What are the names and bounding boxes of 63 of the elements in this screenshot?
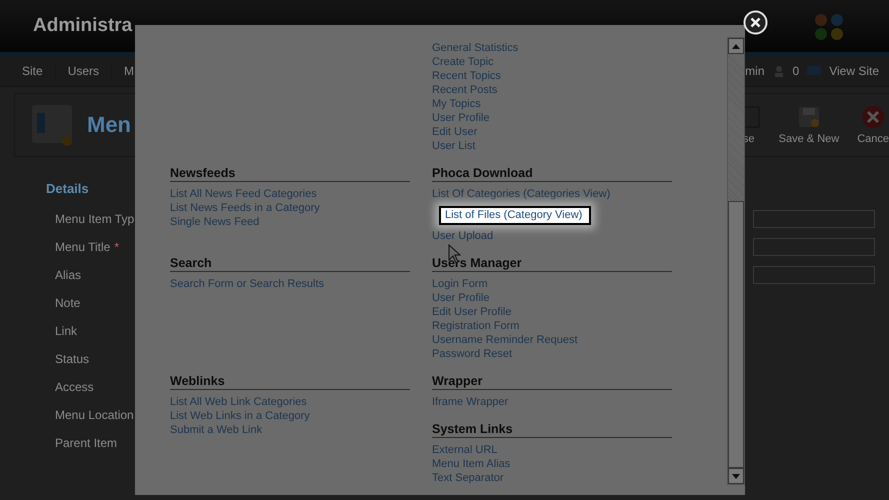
menu-type-link[interactable]: Iframe Wrapper — [432, 395, 672, 409]
section-heading: Phoca Download — [432, 166, 672, 182]
menu-type-link[interactable]: Menu Item Alias — [432, 457, 672, 471]
menu-type-link[interactable]: List Of Categories (Categories View) — [432, 187, 672, 201]
input-field[interactable] — [753, 238, 875, 256]
user-count: 0 — [792, 64, 800, 78]
toolbar-button[interactable]: Save & New — [778, 105, 840, 145]
field-label: Menu Title * — [55, 240, 120, 254]
menu-type-link[interactable]: Submit a Web Link — [170, 423, 410, 437]
field-label: Note — [55, 296, 80, 310]
menu-type-link[interactable]: List News Feeds in a Category — [170, 201, 410, 215]
menu-type-link[interactable]: Create Topic — [432, 55, 672, 69]
menu-type-link[interactable]: My Topics — [432, 97, 672, 111]
menu-type-link[interactable]: User List — [432, 139, 672, 153]
field-label: Menu Item Typ — [55, 212, 134, 226]
scroll-up-icon[interactable] — [732, 44, 740, 48]
scrollbar[interactable] — [727, 37, 745, 485]
fieldset-legend: Details — [46, 181, 89, 196]
view-site-link[interactable]: View Site — [829, 64, 879, 78]
field-label: Menu Location — [55, 408, 134, 422]
toolbar-button[interactable]: Cance — [857, 105, 889, 145]
section-heading: Weblinks — [170, 374, 410, 390]
menu-type-link[interactable]: List All Web Link Categories — [170, 395, 410, 409]
cancel-icon — [861, 105, 886, 129]
menu-type-link[interactable]: User Profile — [432, 111, 672, 125]
menu-item[interactable]: Site — [10, 64, 56, 78]
field-label: Access — [55, 380, 94, 394]
menu-type-link[interactable]: Recent Topics — [432, 69, 672, 83]
section-heading: Newsfeeds — [170, 166, 410, 182]
input-field[interactable] — [753, 210, 875, 228]
menu-type-link[interactable]: Registration Form — [432, 319, 672, 333]
field-label: Status — [55, 352, 90, 366]
section-heading: Wrapper — [432, 374, 672, 390]
menu-type-link[interactable]: General Statistics — [432, 41, 672, 55]
field-label: Link — [55, 324, 78, 338]
menu-type-link[interactable]: Recent Posts — [432, 83, 672, 97]
admin-title: Administra — [33, 15, 132, 37]
monitor-icon — [807, 66, 822, 76]
section-heading: System Links — [432, 422, 672, 438]
menu-type-link[interactable]: List Web Links in a Category — [170, 409, 410, 423]
menu-type-link[interactable]: User Profile — [432, 291, 672, 305]
menu-type-link[interactable]: External URL — [432, 443, 672, 457]
menu-type-link[interactable]: Single News Feed — [170, 215, 410, 229]
menu-type-link[interactable]: User Upload — [432, 229, 672, 243]
field-label: Parent Item — [55, 436, 118, 450]
menu-type-link[interactable]: List All News Feed Categories — [170, 187, 410, 201]
field-label: Alias — [55, 268, 82, 282]
menu-type-link[interactable]: Edit User Profile — [432, 305, 672, 319]
scroll-down-icon[interactable] — [732, 474, 740, 478]
highlighted-link[interactable]: List of Files (Category View) — [439, 206, 592, 224]
menu-type-link[interactable]: Login Form — [432, 277, 672, 291]
menu-type-link[interactable]: Search Form or Search Results — [170, 277, 410, 291]
menu-type-link[interactable]: Text Separator — [432, 471, 672, 485]
section-heading: Search — [170, 256, 410, 272]
input-field[interactable] — [753, 266, 875, 284]
menu-type-link[interactable]: Password Reset — [432, 347, 672, 361]
menu-manager-icon — [31, 103, 75, 147]
menu-type-link[interactable]: Username Reminder Request — [432, 333, 672, 347]
menu-type-link[interactable]: Edit User — [432, 125, 672, 139]
admin-link[interactable]: min — [745, 64, 764, 78]
page-title: Men — [87, 112, 131, 138]
user-icon — [772, 65, 784, 77]
menu-item[interactable]: Users — [56, 64, 112, 78]
